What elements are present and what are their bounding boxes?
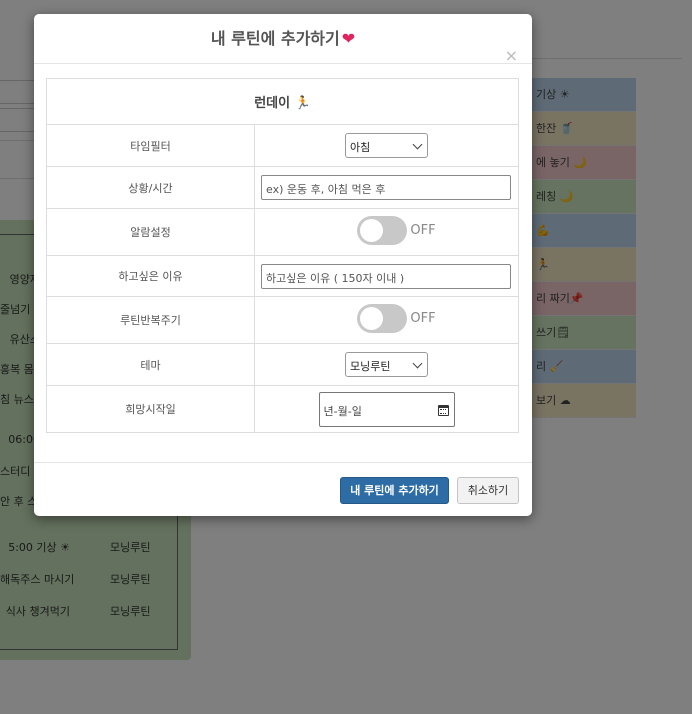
chevron-down-icon [412,358,423,369]
situation-input[interactable]: ex) 운동 후, 아침 먹은 후 [261,175,512,200]
repeat-toggle[interactable] [357,304,408,333]
repeat-state: OFF [410,311,436,326]
theme-value: 모닝루틴 [350,360,391,373]
theme-label: 테마 [45,343,256,386]
modal-header: 내 루틴에 추가하기 ❤ [34,14,532,64]
routine-name: 런데이 [254,96,291,111]
add-to-my-routine-button[interactable]: 내 루틴에 추가하기 [340,477,449,504]
routine-name-header: 런데이 🏃 [46,78,519,125]
alarm-state: OFF [410,223,436,238]
modal-footer: 내 루틴에 추가하기 취소하기 [34,462,532,516]
reason-label: 하고싶은 이유 [45,255,256,297]
start-date-label: 희망시작일 [45,385,256,433]
repeat-label: 루틴반복주기 [45,296,256,344]
cancel-button[interactable]: 취소하기 [457,477,519,504]
alarm-toggle[interactable] [357,216,408,245]
start-date-placeholder: 년-월-일 [323,404,362,418]
toggle-knob [360,219,384,242]
runner-icon: 🏃 [294,96,311,111]
add-routine-modal: 내 루틴에 추가하기 ❤ × 런데이 🏃 타임필터 아침 상황/시간 ex) 운동… [34,14,532,516]
time-filter-label: 타임필터 [45,124,256,167]
situation-label: 상황/시간 [45,166,256,209]
routine-form-table: 런데이 🏃 타임필터 아침 상황/시간 ex) 운동 후, 아침 먹은 후 알람… [45,78,519,433]
chevron-down-icon [412,139,423,150]
repeat-toggle-group: OFF [357,304,436,333]
alarm-toggle-group: OFF [357,216,436,245]
toggle-knob [360,307,384,330]
start-date-input[interactable]: 년-월-일 [318,391,455,427]
calendar-icon[interactable] [437,404,449,416]
modal-title: 내 루틴에 추가하기 [210,29,340,48]
close-icon[interactable]: × [505,48,518,64]
time-filter-value: 아침 [350,141,371,154]
heart-icon: ❤ [341,29,356,48]
reason-input[interactable]: 하고싶은 이유 ( 150자 이내 ) [261,263,512,289]
alarm-label: 알람설정 [45,208,256,256]
theme-select[interactable]: 모닝루틴 [345,352,429,377]
time-filter-select[interactable]: 아침 [345,133,429,158]
